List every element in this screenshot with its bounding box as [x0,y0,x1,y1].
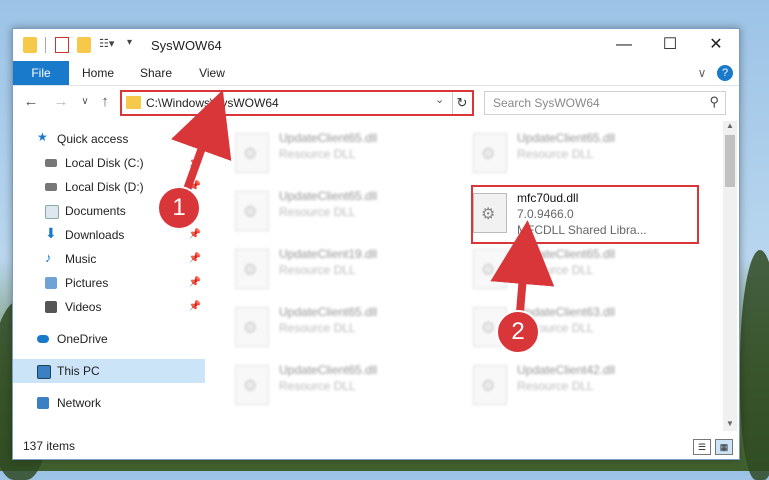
annotation-arrow-2 [490,220,555,313]
annotation-arrows [171,89,555,313]
annotation-arrow-1 [171,89,232,197]
step-marker-2: 2 [496,310,540,354]
step-marker-1: 1 [157,186,201,230]
